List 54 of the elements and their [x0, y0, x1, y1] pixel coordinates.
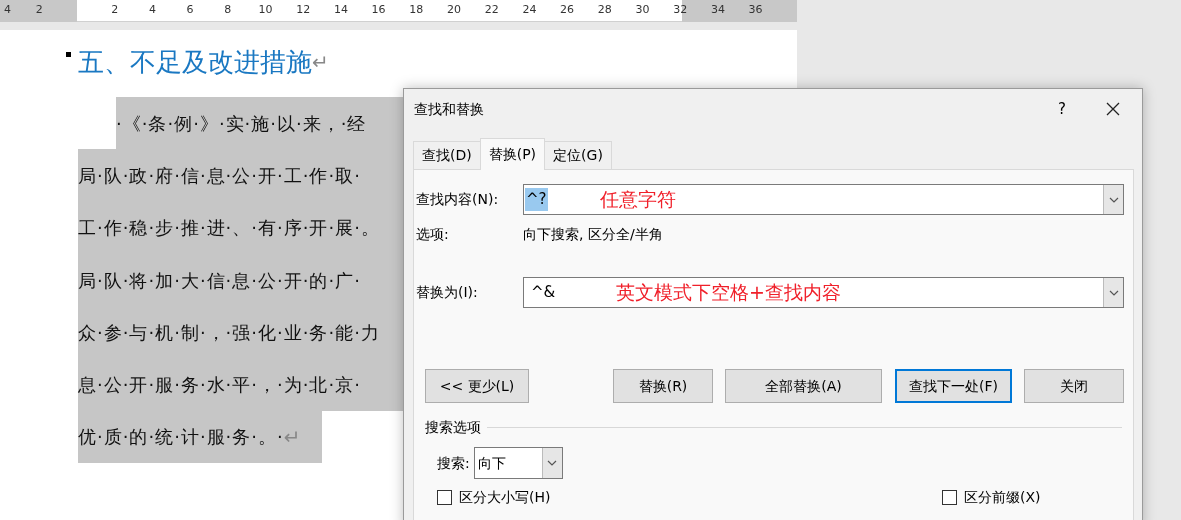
ruler-number: 4: [4, 3, 12, 17]
window-title: 查找和替换: [414, 99, 484, 119]
field-label: 查找内容(N):: [416, 190, 500, 209]
ruler-number: 10: [258, 3, 273, 17]
ruler-number: 12: [296, 3, 311, 17]
combo-field[interactable]: ^& 英文模式下空格+查找内容: [523, 277, 1124, 308]
tab[interactable]: 定位(G): [544, 141, 612, 169]
options-value: 向下搜索, 区分全/半角: [523, 225, 663, 244]
tab[interactable]: 替换(P): [479, 138, 546, 170]
ruler-number: 18: [409, 3, 424, 17]
ruler-number: 24: [522, 3, 537, 17]
annotation-text: 英文模式下空格+查找内容: [616, 280, 841, 304]
annotation-text: 任意字符: [600, 187, 676, 211]
ruler-number: 28: [597, 3, 612, 17]
options-label: 选项:: [416, 225, 450, 244]
dialog-button[interactable]: 替换(R): [613, 369, 713, 403]
ruler-number: 30: [635, 3, 650, 17]
direction-dropdown[interactable]: 向下: [473, 447, 563, 479]
tab[interactable]: 查找(D): [413, 141, 481, 169]
ruler-number: 16: [371, 3, 386, 17]
bullet-icon: [66, 52, 71, 57]
checkbox-label: 区分大小写(H): [459, 487, 551, 507]
ruler-number: 2: [35, 3, 43, 17]
dialog-button[interactable]: 关闭: [1024, 369, 1124, 403]
field-label: 替换为(I):: [416, 283, 479, 302]
ruler-number: 4: [148, 3, 156, 17]
ruler-number: 32: [673, 3, 688, 17]
ruler-number: 34: [710, 3, 725, 17]
field-value: ^&: [530, 282, 557, 304]
dialog-button[interactable]: 全部替换(A): [725, 369, 882, 403]
combo-field[interactable]: ^? 任意字符: [523, 184, 1124, 215]
section-title: 搜索选项: [425, 418, 481, 437]
ruler-number: 8: [224, 3, 232, 17]
checkbox[interactable]: [437, 489, 452, 505]
chevron-icon: [1108, 289, 1119, 296]
field-label: 搜索:: [437, 453, 470, 473]
chevron-icon: [547, 460, 558, 466]
paragraph-mark: ↵: [312, 49, 329, 76]
heading-text: 五、不足及改进措施: [78, 45, 312, 79]
ruler-number: 2: [111, 3, 119, 17]
ruler-number: 20: [447, 3, 461, 17]
help-button[interactable]: ?: [1058, 97, 1066, 121]
chevron-icon: [1108, 196, 1119, 203]
dialog-button[interactable]: 查找下一处(F): [895, 369, 1012, 403]
checkbox[interactable]: [942, 489, 957, 505]
checkbox-label: 区分前缀(X): [964, 487, 1041, 507]
dialog-button[interactable]: << 更少(L): [425, 369, 529, 403]
ruler-number: 36: [748, 3, 763, 17]
ruler-number: 6: [186, 3, 194, 17]
field-value: ^?: [525, 188, 548, 211]
ruler-number: 22: [484, 3, 499, 17]
ruler-number: 14: [333, 3, 348, 17]
ruler-number: 26: [560, 3, 575, 17]
close-icon[interactable]: [1106, 102, 1120, 116]
